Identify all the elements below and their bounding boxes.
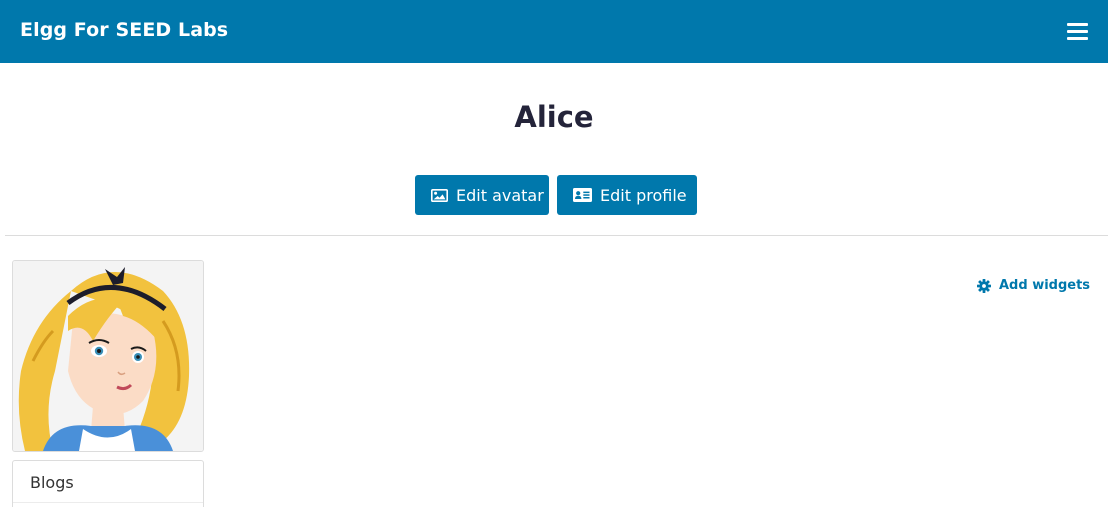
- avatar-image: [13, 261, 203, 451]
- add-widgets-label: Add widgets: [999, 278, 1091, 293]
- image-icon: [431, 188, 448, 202]
- header-divider: [5, 235, 1108, 236]
- hamburger-menu-icon[interactable]: [1067, 23, 1088, 40]
- edit-profile-button[interactable]: Edit profile: [557, 175, 697, 215]
- owner-menu: Blogs: [12, 460, 204, 507]
- top-bar: Elgg For SEED Labs: [0, 0, 1108, 63]
- profile-avatar[interactable]: [12, 260, 204, 452]
- edit-avatar-label: Edit avatar: [456, 185, 544, 205]
- owner-menu-item-blogs[interactable]: Blogs: [13, 461, 203, 503]
- page-title: Alice: [514, 100, 594, 134]
- id-card-icon: [573, 188, 592, 202]
- add-widgets-link[interactable]: Add widgets: [977, 278, 1090, 293]
- edit-avatar-button[interactable]: Edit avatar: [415, 175, 549, 215]
- edit-profile-label: Edit profile: [600, 185, 687, 205]
- site-title-link[interactable]: Elgg For SEED Labs: [20, 19, 228, 41]
- gear-icon: [977, 278, 991, 293]
